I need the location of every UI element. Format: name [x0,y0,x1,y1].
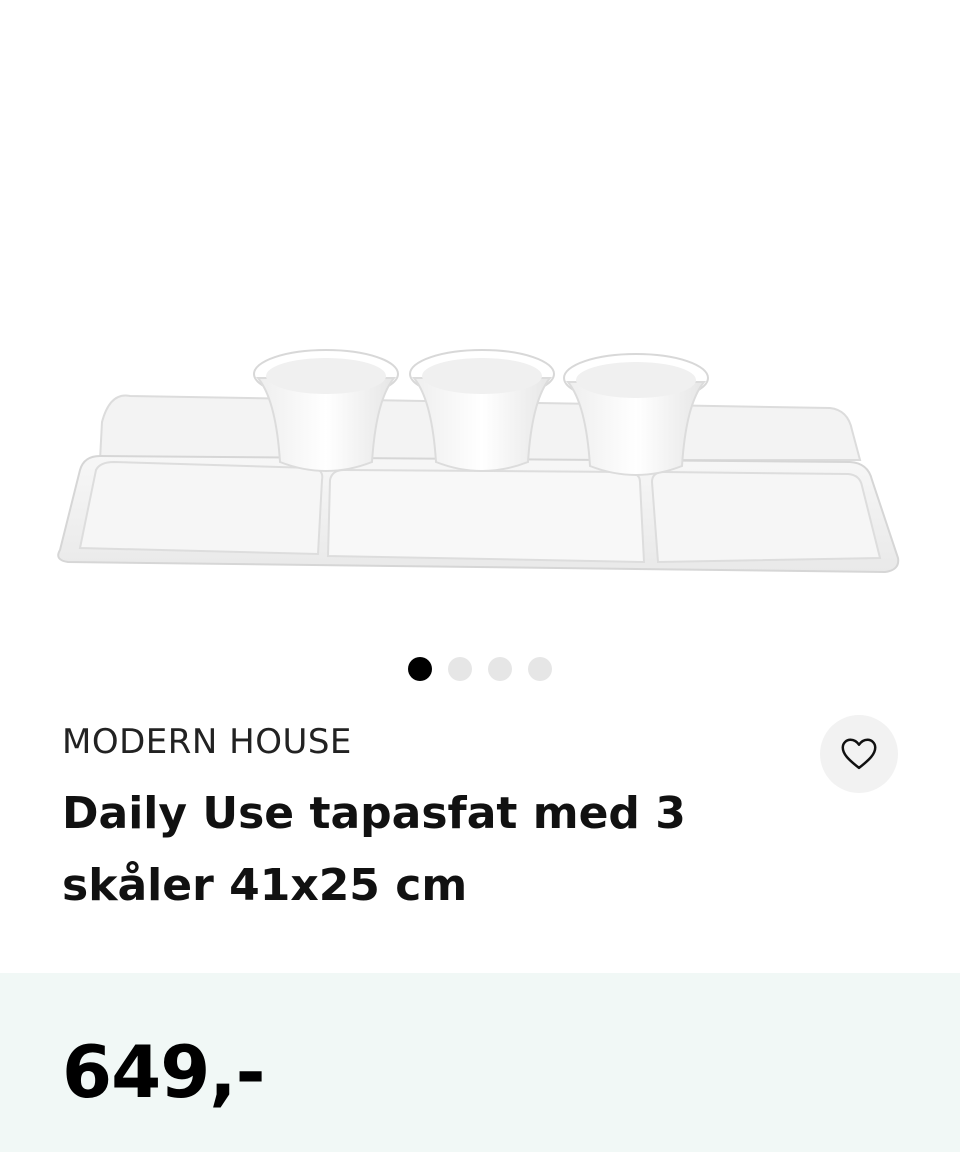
carousel-dot-4[interactable] [528,657,552,681]
product-page: MODERN HOUSE Daily Use tapasfat med 3 sk… [0,0,960,1152]
carousel-dot-3[interactable] [488,657,512,681]
product-gallery[interactable] [0,0,960,700]
carousel-dots [0,657,960,681]
product-image [57,349,900,574]
carousel-dot-1[interactable] [408,657,432,681]
product-price: 649,- [62,1030,266,1114]
favorite-button[interactable] [820,715,898,793]
product-title: Daily Use tapasfat med 3 skåler 41x25 cm [62,788,686,911]
heart-icon [841,738,877,770]
brand-name[interactable]: MODERN HOUSE [62,722,352,762]
carousel-dot-2[interactable] [448,657,472,681]
